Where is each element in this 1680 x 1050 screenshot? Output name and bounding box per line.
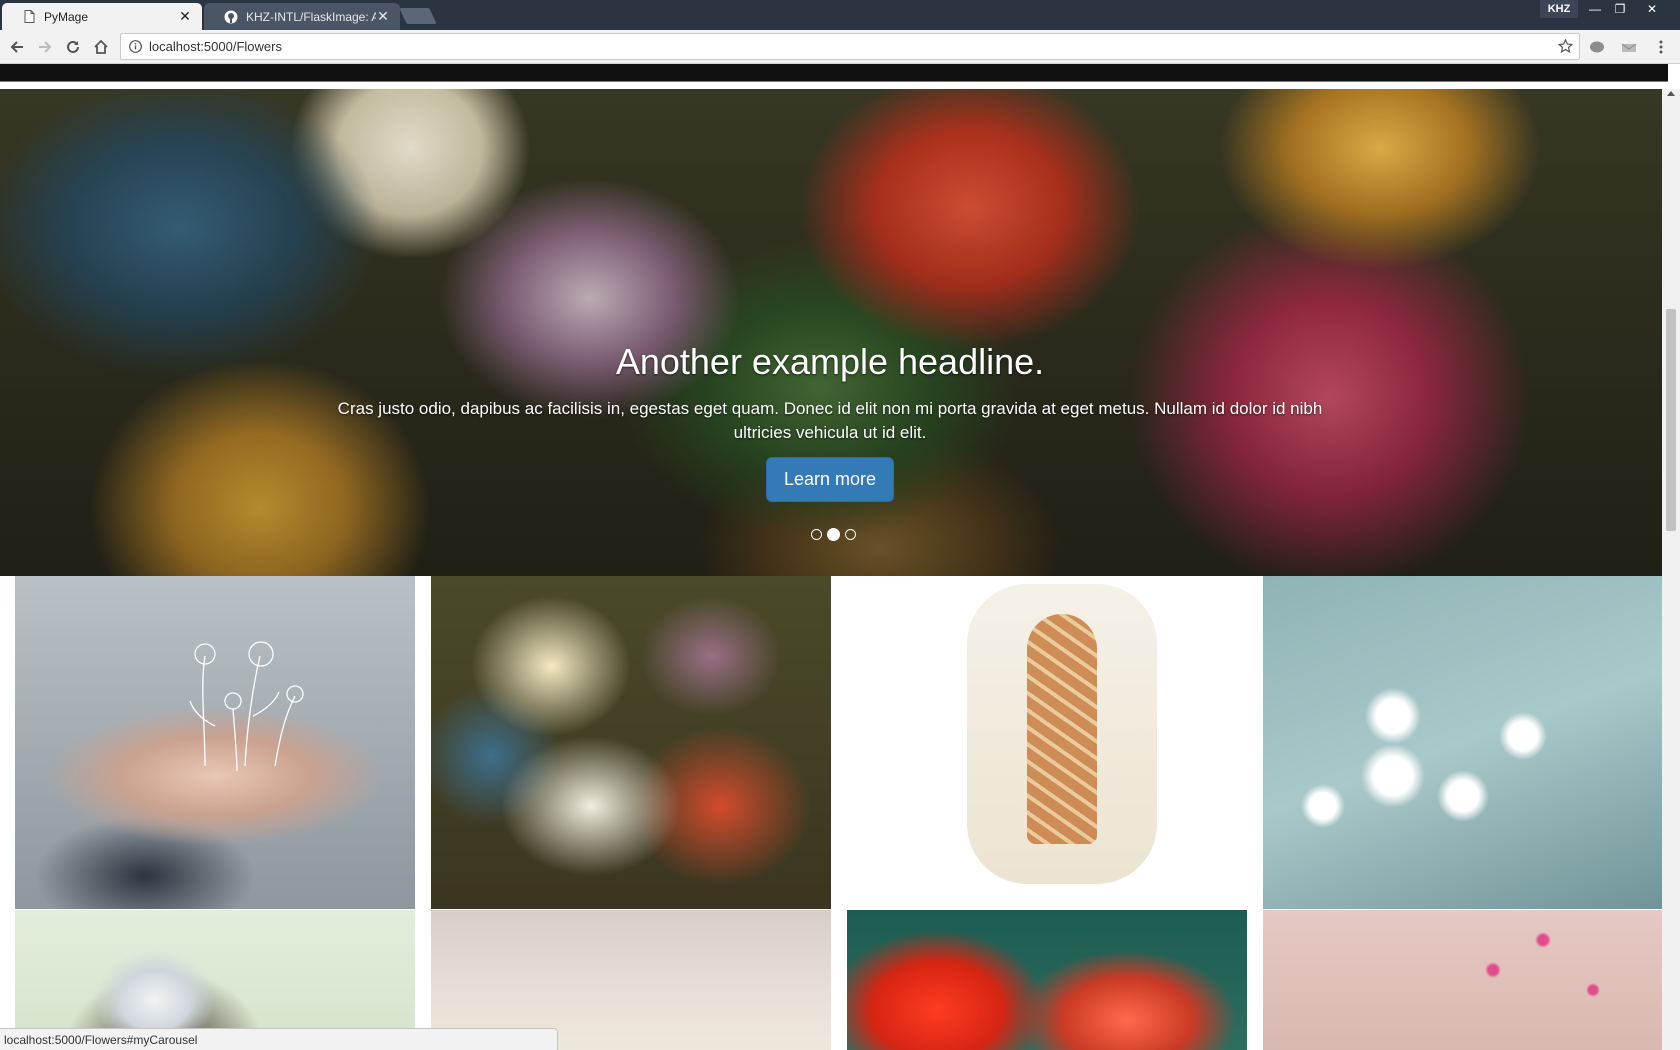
status-url-bubble: localhost:5000/Flowers#myCarousel bbox=[0, 1028, 558, 1050]
carousel-headline: Another example headline. bbox=[615, 341, 1045, 382]
giraffe-illustration bbox=[967, 584, 1157, 884]
restore-icon[interactable]: ❐ bbox=[1605, 0, 1635, 18]
profile-badge[interactable]: KHZ bbox=[1540, 0, 1578, 18]
close-window-icon[interactable]: ✕ bbox=[1637, 0, 1667, 18]
page-icon bbox=[22, 10, 36, 24]
carousel-indicator-3[interactable] bbox=[845, 529, 856, 540]
tab-title: PyMage bbox=[44, 9, 89, 24]
gallery-image-bouquet[interactable] bbox=[431, 576, 831, 909]
menu-kebab-icon[interactable] bbox=[1652, 38, 1670, 56]
forward-arrow-icon[interactable] bbox=[33, 35, 57, 59]
tab-title: KHZ-INTL/FlaskImage: A bbox=[246, 9, 376, 24]
hero-carousel: Another example headline. Cras justo odi… bbox=[0, 89, 1662, 576]
scroll-thumb[interactable] bbox=[1666, 309, 1676, 531]
carousel-body: Cras justo odio, dapibus ac facilisis in… bbox=[337, 399, 1323, 442]
learn-more-button[interactable]: Learn more bbox=[765, 457, 895, 502]
home-icon[interactable] bbox=[89, 35, 113, 59]
github-icon bbox=[224, 10, 238, 24]
carousel-indicator-1[interactable] bbox=[811, 529, 822, 540]
info-icon[interactable] bbox=[121, 40, 149, 53]
browser-toolbar: localhost:5000/Flowers bbox=[0, 30, 1680, 64]
new-tab-button[interactable] bbox=[399, 8, 437, 24]
gallery-image-giraffe[interactable] bbox=[847, 576, 1247, 909]
gallery-image-hand-flowers[interactable] bbox=[15, 576, 415, 909]
bookmark-star-icon[interactable] bbox=[1551, 39, 1579, 54]
gallery-image-daisies[interactable] bbox=[1263, 576, 1662, 909]
page-scrollbar[interactable] bbox=[1662, 89, 1680, 1050]
address-bar[interactable]: localhost:5000/Flowers bbox=[120, 33, 1580, 60]
tab-github[interactable]: KHZ-INTL/FlaskImage: A ✕ bbox=[204, 3, 400, 30]
reload-icon[interactable] bbox=[61, 35, 85, 59]
gallery-image-red-dahlias[interactable] bbox=[847, 910, 1247, 1050]
gallery-image-pink-flowers[interactable] bbox=[1263, 910, 1662, 1050]
tab-pymage[interactable]: PyMage ✕ bbox=[2, 3, 202, 30]
carousel-indicators bbox=[811, 528, 856, 541]
carousel-caption: Another example headline. Cras justo odi… bbox=[330, 341, 1330, 502]
page-viewport: Another example headline. Cras justo odi… bbox=[0, 89, 1662, 1050]
extension-icon[interactable] bbox=[1588, 38, 1606, 56]
scroll-up-arrow-icon[interactable] bbox=[1667, 91, 1675, 96]
browser-titlebar: PyMage ✕ KHZ-INTL/FlaskImage: A ✕ KHZ — … bbox=[0, 0, 1680, 30]
carousel-indicator-2[interactable] bbox=[827, 528, 840, 541]
close-icon[interactable]: ✕ bbox=[376, 8, 390, 25]
back-arrow-icon[interactable] bbox=[5, 35, 29, 59]
close-icon[interactable]: ✕ bbox=[178, 8, 192, 25]
drawn-flowers-illustration bbox=[189, 641, 304, 772]
page-navbar bbox=[0, 64, 1668, 82]
extension-icon[interactable] bbox=[1620, 38, 1638, 56]
url-text: localhost:5000/Flowers bbox=[149, 39, 282, 54]
